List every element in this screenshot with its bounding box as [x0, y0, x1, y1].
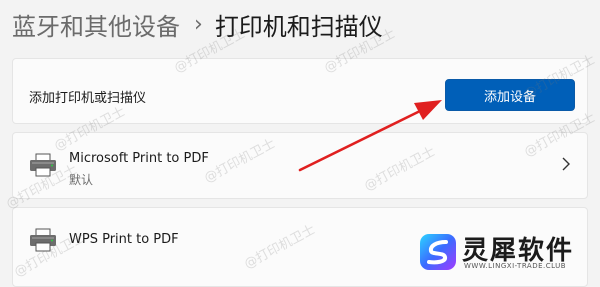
breadcrumb: 蓝牙和其他设备 › 打印机和扫描仪 — [12, 2, 383, 46]
printer-name: Microsoft Print to PDF — [69, 151, 209, 166]
add-printer-label: 添加打印机或扫描仪 — [29, 91, 147, 106]
lingxi-logo-icon — [420, 234, 456, 270]
brand-logo: 灵犀软件 WWW.LINGXI-TRADE.CLUB — [418, 228, 594, 278]
printer-item-microsoft-pdf[interactable]: Microsoft Print to PDF 默认 — [12, 132, 588, 199]
brand-url: WWW.LINGXI-TRADE.CLUB — [464, 262, 567, 270]
breadcrumb-parent-link[interactable]: 蓝牙和其他设备 — [12, 7, 180, 42]
chevron-right-icon[interactable] — [561, 157, 571, 171]
breadcrumb-separator-icon: › — [194, 11, 203, 37]
